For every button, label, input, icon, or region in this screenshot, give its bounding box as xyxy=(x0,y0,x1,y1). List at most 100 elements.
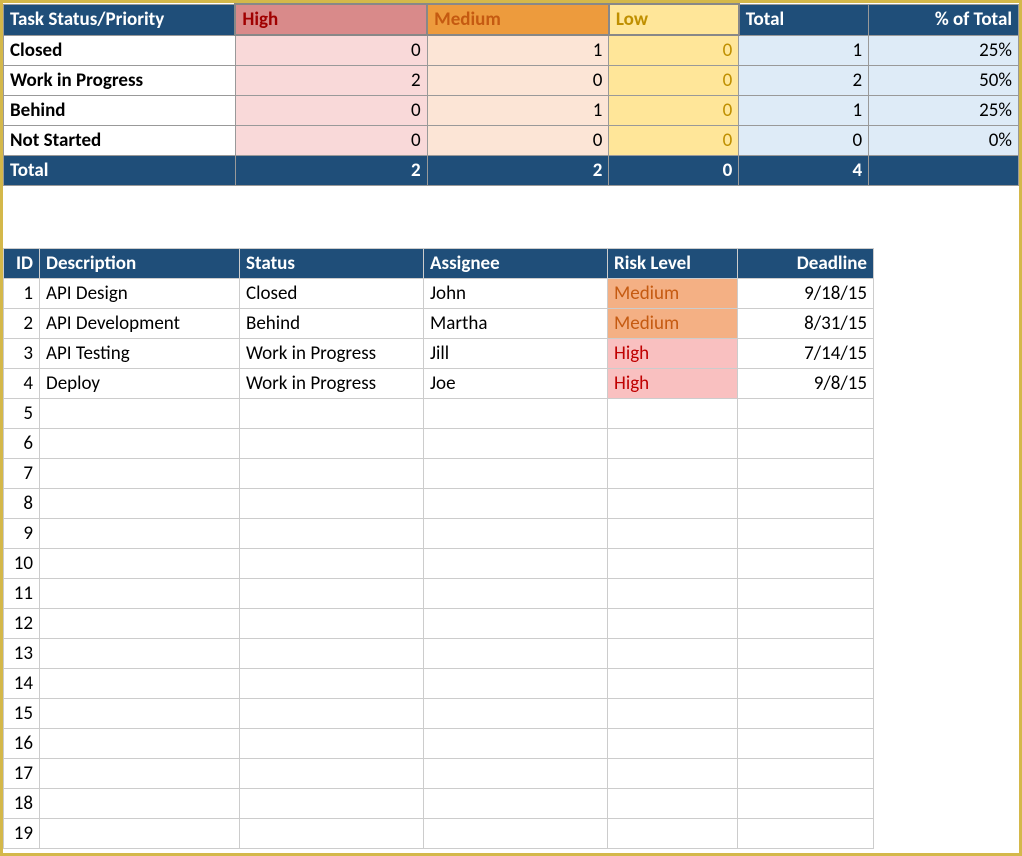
task-deadline[interactable] xyxy=(738,639,874,669)
task-desc[interactable] xyxy=(40,609,240,639)
task-status[interactable] xyxy=(240,459,424,489)
task-deadline[interactable] xyxy=(738,759,874,789)
task-id[interactable]: 13 xyxy=(4,639,40,669)
task-assignee[interactable] xyxy=(424,729,608,759)
task-desc[interactable] xyxy=(40,549,240,579)
task-assignee[interactable] xyxy=(424,459,608,489)
task-desc[interactable] xyxy=(40,639,240,669)
summary-row-label[interactable]: Closed xyxy=(4,35,236,66)
task-deadline[interactable] xyxy=(738,429,874,459)
task-risk[interactable] xyxy=(608,549,738,579)
task-id[interactable]: 11 xyxy=(4,579,40,609)
task-deadline[interactable] xyxy=(738,669,874,699)
task-deadline[interactable]: 7/14/15 xyxy=(738,339,874,369)
task-risk[interactable] xyxy=(608,579,738,609)
task-risk[interactable] xyxy=(608,759,738,789)
col-medium[interactable]: Medium xyxy=(427,4,609,35)
task-desc[interactable] xyxy=(40,489,240,519)
task-assignee[interactable]: Joe xyxy=(424,369,608,399)
summary-row-label[interactable]: Not Started xyxy=(4,126,236,156)
hdr-risk[interactable]: Risk Level xyxy=(608,249,738,279)
task-risk[interactable]: High xyxy=(608,339,738,369)
task-id[interactable]: 4 xyxy=(4,369,40,399)
task-deadline[interactable] xyxy=(738,699,874,729)
task-id[interactable]: 1 xyxy=(4,279,40,309)
task-desc[interactable] xyxy=(40,729,240,759)
hdr-deadline[interactable]: Deadline xyxy=(738,249,874,279)
task-assignee[interactable] xyxy=(424,789,608,819)
task-status[interactable]: Behind xyxy=(240,309,424,339)
task-desc[interactable] xyxy=(40,459,240,489)
summary-cell-med[interactable]: 1 xyxy=(427,35,609,66)
col-low[interactable]: Low xyxy=(609,4,739,35)
task-desc[interactable]: API Design xyxy=(40,279,240,309)
hdr-desc[interactable]: Description xyxy=(40,249,240,279)
task-id[interactable]: 3 xyxy=(4,339,40,369)
task-id[interactable]: 17 xyxy=(4,759,40,789)
col-high[interactable]: High xyxy=(235,4,427,35)
task-assignee[interactable]: Jill xyxy=(424,339,608,369)
task-status[interactable] xyxy=(240,579,424,609)
hdr-assignee[interactable]: Assignee xyxy=(424,249,608,279)
summary-cell-total[interactable]: 0 xyxy=(739,126,869,156)
task-id[interactable]: 8 xyxy=(4,489,40,519)
summary-cell-high[interactable]: 0 xyxy=(235,96,427,126)
task-risk[interactable] xyxy=(608,519,738,549)
task-id[interactable]: 10 xyxy=(4,549,40,579)
summary-cell-med[interactable]: 0 xyxy=(427,66,609,96)
task-assignee[interactable] xyxy=(424,639,608,669)
task-status[interactable] xyxy=(240,549,424,579)
task-deadline[interactable] xyxy=(738,489,874,519)
summary-cell-high[interactable]: 0 xyxy=(235,35,427,66)
task-assignee[interactable]: John xyxy=(424,279,608,309)
task-risk[interactable] xyxy=(608,669,738,699)
task-id[interactable]: 2 xyxy=(4,309,40,339)
task-status[interactable] xyxy=(240,729,424,759)
summary-cell-total[interactable]: 1 xyxy=(739,35,869,66)
task-status[interactable]: Closed xyxy=(240,279,424,309)
task-id[interactable]: 12 xyxy=(4,609,40,639)
task-id[interactable]: 15 xyxy=(4,699,40,729)
task-risk[interactable] xyxy=(608,699,738,729)
summary-cell-high[interactable]: 0 xyxy=(235,126,427,156)
task-assignee[interactable]: Martha xyxy=(424,309,608,339)
task-desc[interactable] xyxy=(40,819,240,849)
task-id[interactable]: 19 xyxy=(4,819,40,849)
task-deadline[interactable] xyxy=(738,579,874,609)
task-deadline[interactable] xyxy=(738,549,874,579)
summary-cell-pct[interactable]: 50% xyxy=(869,66,1019,96)
task-id[interactable]: 14 xyxy=(4,669,40,699)
task-deadline[interactable] xyxy=(738,609,874,639)
task-assignee[interactable] xyxy=(424,759,608,789)
summary-cell-low[interactable]: 0 xyxy=(609,66,739,96)
task-desc[interactable]: Deploy xyxy=(40,369,240,399)
task-status[interactable] xyxy=(240,399,424,429)
summary-cell-pct[interactable]: 25% xyxy=(869,96,1019,126)
task-assignee[interactable] xyxy=(424,819,608,849)
task-desc[interactable]: API Development xyxy=(40,309,240,339)
task-risk[interactable]: Medium xyxy=(608,309,738,339)
task-risk[interactable]: Medium xyxy=(608,279,738,309)
summary-cell-low[interactable]: 0 xyxy=(609,96,739,126)
task-risk[interactable] xyxy=(608,789,738,819)
summary-cell-med[interactable]: 0 xyxy=(427,126,609,156)
task-desc[interactable]: API Testing xyxy=(40,339,240,369)
task-status[interactable] xyxy=(240,759,424,789)
task-id[interactable]: 9 xyxy=(4,519,40,549)
task-risk[interactable] xyxy=(608,819,738,849)
task-status[interactable]: Work in Progress xyxy=(240,369,424,399)
task-assignee[interactable] xyxy=(424,429,608,459)
task-status[interactable] xyxy=(240,639,424,669)
task-deadline[interactable]: 9/8/15 xyxy=(738,369,874,399)
task-risk[interactable] xyxy=(608,429,738,459)
task-id[interactable]: 6 xyxy=(4,429,40,459)
summary-cell-pct[interactable]: 25% xyxy=(869,35,1019,66)
task-desc[interactable] xyxy=(40,669,240,699)
task-assignee[interactable] xyxy=(424,549,608,579)
task-assignee[interactable] xyxy=(424,669,608,699)
summary-cell-low[interactable]: 0 xyxy=(609,35,739,66)
task-assignee[interactable] xyxy=(424,699,608,729)
summary-cell-total[interactable]: 1 xyxy=(739,96,869,126)
task-desc[interactable] xyxy=(40,519,240,549)
task-assignee[interactable] xyxy=(424,579,608,609)
